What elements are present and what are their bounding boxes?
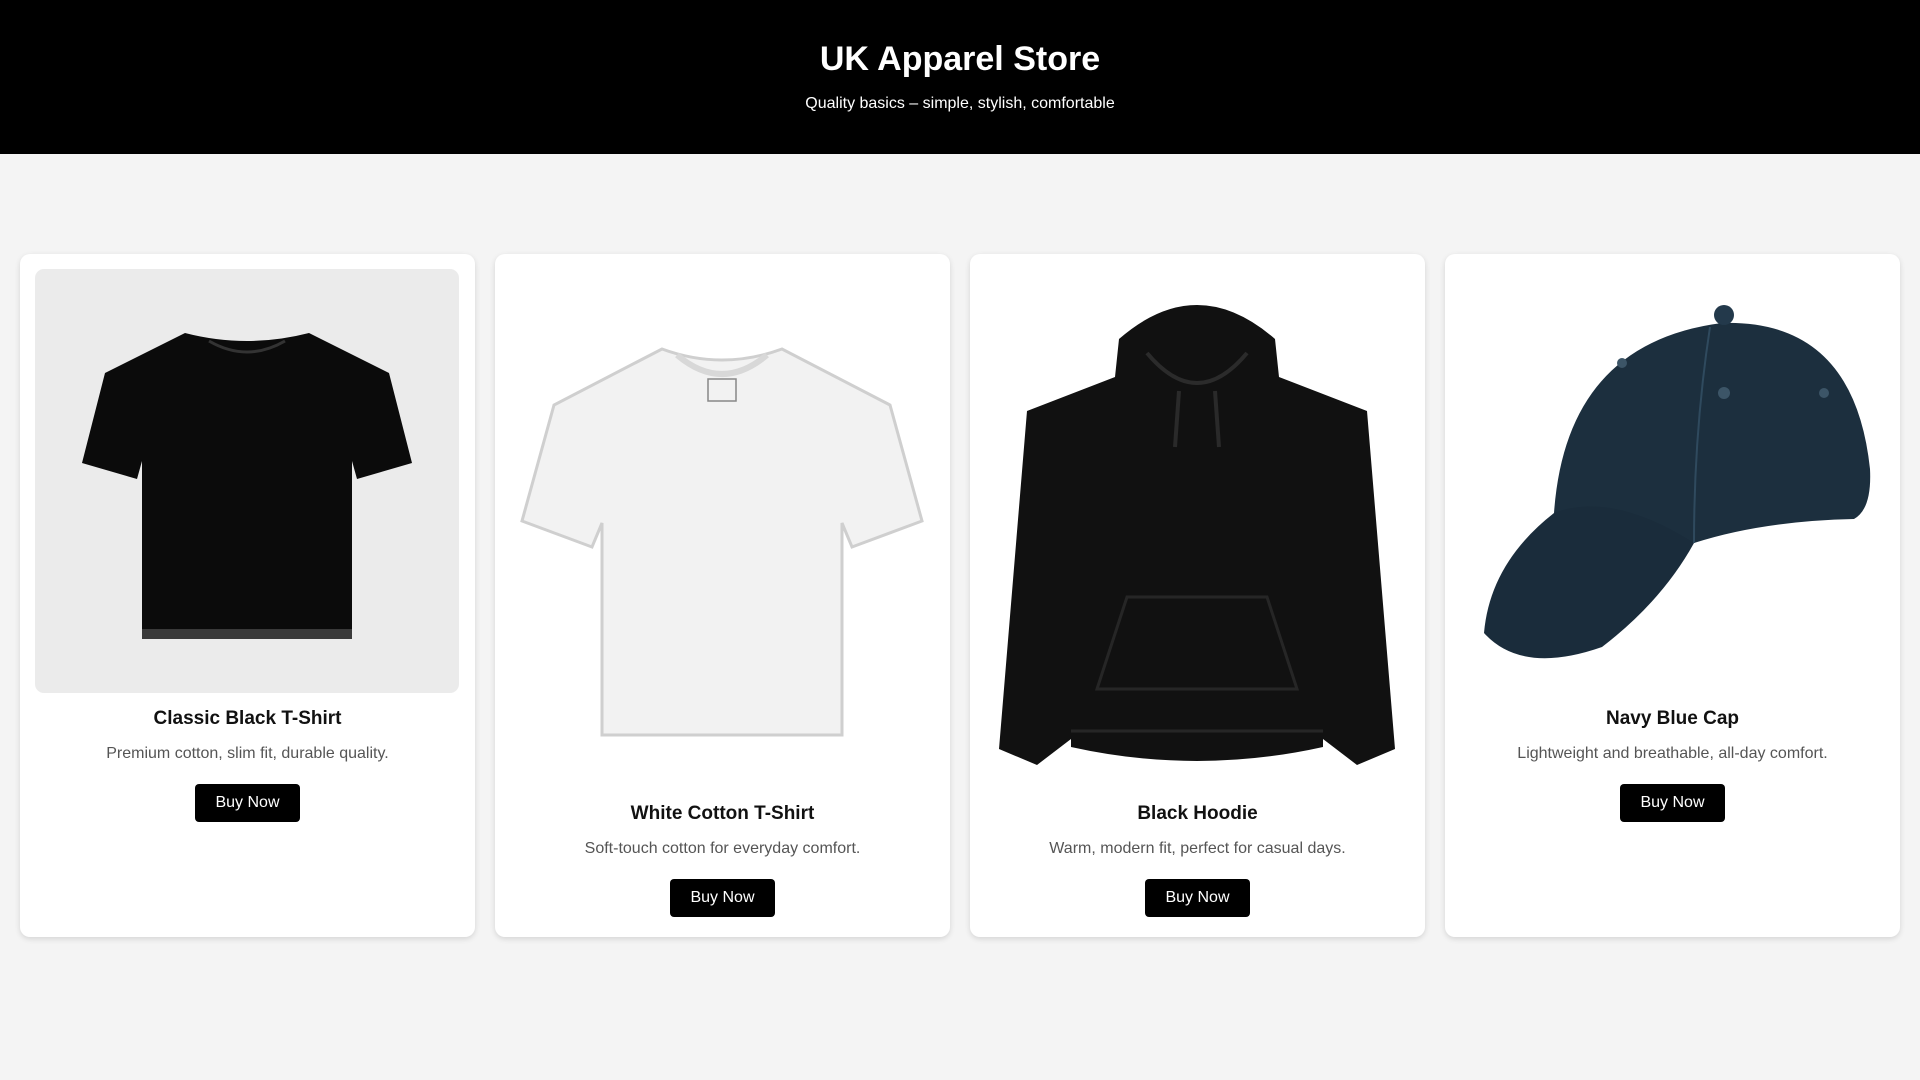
product-image[interactable]: [510, 269, 934, 788]
product-image[interactable]: [985, 269, 1409, 788]
product-description: Soft-touch cotton for everyday comfort.: [584, 840, 861, 857]
product-description: Warm, modern fit, perfect for casual day…: [1049, 840, 1346, 857]
buy-now-button[interactable]: Buy Now: [670, 879, 775, 917]
product-grid: Classic Black T-Shirt Premium cotton, sl…: [20, 254, 1900, 937]
navy-cap-icon: [1484, 305, 1871, 659]
product-name: Black Hoodie: [1137, 803, 1258, 824]
buy-now-button[interactable]: Buy Now: [195, 784, 300, 822]
product-image[interactable]: [1460, 269, 1884, 693]
white-tshirt-icon: [520, 346, 924, 736]
site-title: UK Apparel Store: [819, 40, 1101, 78]
product-card-navy-cap: Navy Blue Cap Lightweight and breathable…: [1445, 254, 1900, 937]
product-name: Navy Blue Cap: [1605, 708, 1740, 729]
product-card-black-hoodie: Black Hoodie Warm, modern fit, perfect f…: [970, 254, 1425, 937]
product-image[interactable]: [35, 269, 459, 693]
site-tagline: Quality basics – simple, stylish, comfor…: [805, 95, 1115, 112]
product-card-black-tshirt: Classic Black T-Shirt Premium cotton, sl…: [20, 254, 475, 937]
buy-now-button[interactable]: Buy Now: [1145, 879, 1250, 917]
site-header: UK Apparel Store Quality basics – simple…: [0, 0, 1920, 154]
product-name: Classic Black T-Shirt: [153, 708, 342, 729]
product-description: Premium cotton, slim fit, durable qualit…: [106, 745, 389, 762]
black-tshirt-icon: [82, 333, 412, 639]
black-hoodie-icon: [999, 304, 1395, 765]
buy-now-button[interactable]: Buy Now: [1620, 784, 1725, 822]
product-card-white-tshirt: White Cotton T-Shirt Soft-touch cotton f…: [495, 254, 950, 937]
product-description: Lightweight and breathable, all-day comf…: [1517, 745, 1828, 762]
product-name: White Cotton T-Shirt: [630, 803, 815, 824]
